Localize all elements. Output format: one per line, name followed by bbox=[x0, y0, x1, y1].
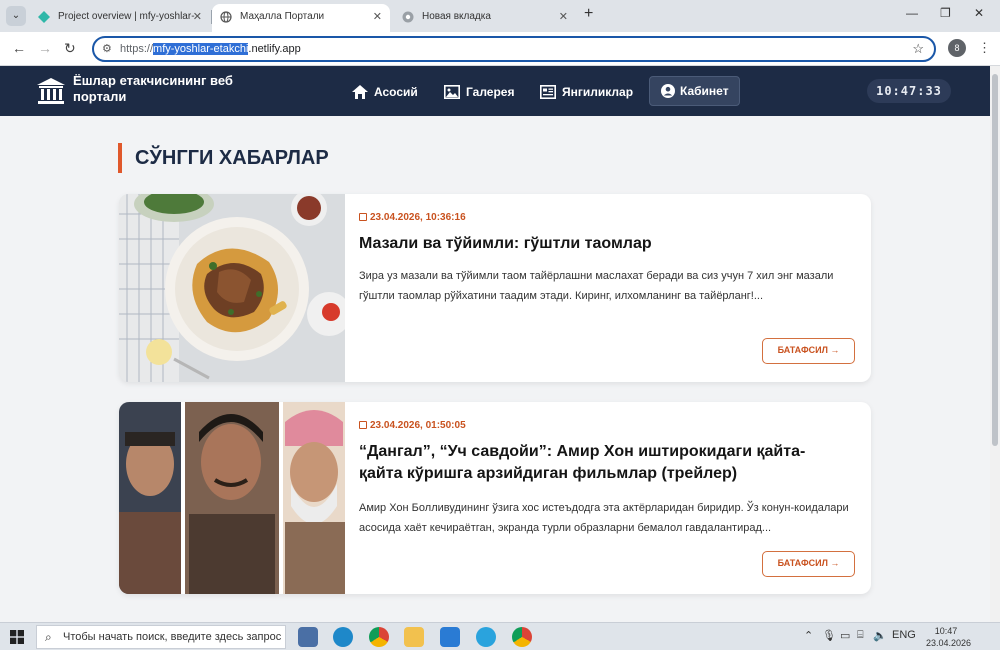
post-title[interactable]: Мазали ва тўйимли: гўштли таомлар bbox=[359, 233, 839, 255]
tab-project-overview[interactable]: Project overview | mfy-yoshlar- ✕ bbox=[30, 4, 210, 32]
url-selected-text: mfy-yoshlar-etakchi bbox=[153, 43, 249, 55]
chrome-favicon-icon bbox=[402, 11, 414, 23]
file-explorer-icon[interactable] bbox=[404, 627, 424, 647]
taskbar-clock[interactable]: 10:47 23.04.2026 bbox=[926, 625, 972, 649]
nav-news-label: Янгиликлар bbox=[562, 85, 634, 99]
post-excerpt: Зира уз мазали ва тўйимли таом тайёрлашн… bbox=[359, 270, 834, 302]
tab-search-chevron-icon[interactable]: ⌄ bbox=[6, 6, 26, 26]
new-tab-plus-icon[interactable]: + bbox=[584, 5, 593, 23]
microphone-icon[interactable]: 🎙 bbox=[822, 629, 836, 642]
site-info-icon[interactable]: ⚙ bbox=[102, 42, 112, 55]
back-arrow-icon[interactable]: ← bbox=[12, 40, 26, 56]
read-more-button[interactable]: БАТАФСИЛ → bbox=[762, 338, 855, 364]
restore-icon[interactable]: ❐ bbox=[940, 6, 951, 20]
page-scrollbar[interactable] bbox=[990, 66, 1000, 622]
user-circle-icon bbox=[661, 84, 675, 98]
windows-taskbar: ⌕ Чтобы начать поиск, введите здесь запр… bbox=[0, 622, 1000, 650]
url-text[interactable]: https://mfy-yoshlar-etakchi.netlify.app bbox=[120, 43, 301, 55]
nav-home[interactable]: Асосий bbox=[352, 79, 418, 105]
network-icon[interactable]: ⌸ bbox=[857, 629, 864, 642]
post-date: 23.04.2026, 01:50:05 bbox=[359, 420, 466, 431]
close-tab-icon[interactable]: ✕ bbox=[193, 4, 202, 30]
netlify-favicon-icon bbox=[38, 11, 50, 23]
nav-gallery[interactable]: Галерея bbox=[444, 79, 514, 105]
scrollbar-thumb[interactable] bbox=[992, 74, 998, 446]
close-window-icon[interactable]: ✕ bbox=[974, 6, 984, 20]
browser-toolbar: ← → ↻ ⚙ https://mfy-yoshlar-etakchi.netl… bbox=[0, 32, 1000, 66]
close-tab-icon[interactable]: ✕ bbox=[373, 4, 382, 30]
show-hidden-icons-icon[interactable]: ⌃ bbox=[804, 629, 813, 642]
url-domain-rest: .netlify.app bbox=[248, 43, 301, 55]
search-icon: ⌕ bbox=[45, 630, 52, 644]
nav-cabinet-label: Кабинет bbox=[680, 84, 729, 98]
main-content: СЎНГГИ ХАБАРЛАР 23.04.2026, 10:36:16 Маз… bbox=[0, 116, 1000, 622]
volume-icon[interactable]: 🔈 bbox=[873, 629, 887, 642]
tab-title: Project overview | mfy-yoshlar- bbox=[58, 11, 195, 22]
vscode-app-icon[interactable] bbox=[440, 627, 460, 647]
nav-news[interactable]: Янгиликлар bbox=[540, 79, 633, 105]
nav-gallery-label: Галерея bbox=[466, 85, 515, 99]
reload-icon[interactable]: ↻ bbox=[64, 40, 76, 57]
post-title[interactable]: “Дангал”, “Уч савдойи”: Амир Хон иштирок… bbox=[359, 441, 839, 485]
image-icon bbox=[444, 85, 460, 99]
section-title: СЎНГГИ ХАБАРЛАР bbox=[118, 143, 329, 173]
taskbar-search-input[interactable]: ⌕ Чтобы начать поиск, введите здесь запр… bbox=[36, 625, 286, 649]
post-date-text: 23.04.2026, 01:50:05 bbox=[370, 420, 466, 431]
taskbar-date: 23.04.2026 bbox=[926, 638, 972, 648]
forward-arrow-icon[interactable]: → bbox=[38, 40, 52, 56]
browser-tab-strip: ⌄ Project overview | mfy-yoshlar- ✕ Маҳа… bbox=[0, 0, 1000, 32]
taskbar-time: 10:47 bbox=[934, 626, 958, 636]
site-header: Ёшлар етакчисининг веб портали Асосий Га… bbox=[0, 66, 1000, 116]
government-building-icon[interactable] bbox=[36, 76, 66, 106]
taskbar-search-placeholder: Чтобы начать поиск, введите здесь запрос bbox=[63, 631, 282, 643]
live-clock: 10:47:33 bbox=[867, 79, 951, 103]
tab-title: Новая вкладка bbox=[422, 11, 491, 22]
news-card[interactable]: 23.04.2026, 01:50:05 “Дангал”, “Уч савдо… bbox=[119, 402, 871, 594]
address-bar[interactable]: ⚙ https://mfy-yoshlar-etakchi.netlify.ap… bbox=[92, 36, 936, 62]
movie-collage-photo[interactable] bbox=[119, 402, 345, 594]
site-title[interactable]: Ёшлар етакчисининг веб портали bbox=[73, 73, 233, 105]
task-view-app-icon[interactable] bbox=[298, 627, 318, 647]
chrome-app-icon[interactable] bbox=[369, 627, 389, 647]
news-card[interactable]: 23.04.2026, 10:36:16 Мазали ва тўйимли: … bbox=[119, 194, 871, 382]
calendar-icon bbox=[359, 421, 367, 429]
calendar-icon bbox=[359, 213, 367, 221]
tab-mahalla-portal[interactable]: Маҳалла Портали ✕ bbox=[212, 4, 390, 32]
nav-home-label: Асосий bbox=[374, 85, 418, 99]
edge-app-icon[interactable] bbox=[333, 627, 353, 647]
minimize-icon[interactable]: — bbox=[906, 6, 918, 20]
browser-menu-icon[interactable]: ⋮ bbox=[978, 40, 991, 56]
home-icon bbox=[352, 85, 368, 99]
post-date: 23.04.2026, 10:36:16 bbox=[359, 212, 466, 223]
chrome-profile-app-icon[interactable] bbox=[512, 627, 532, 647]
windows-start-icon[interactable] bbox=[10, 630, 24, 644]
profile-avatar[interactable]: 8 bbox=[948, 39, 966, 57]
url-scheme: https:// bbox=[120, 43, 154, 55]
actor-portraits-collage bbox=[119, 402, 345, 594]
post-excerpt: Амир Хон Болливудининг ўзига хос истеъдо… bbox=[359, 502, 849, 534]
food-photo[interactable] bbox=[119, 194, 345, 382]
bookmark-star-icon[interactable]: ☆ bbox=[912, 41, 924, 57]
language-indicator[interactable]: ENG bbox=[892, 629, 916, 641]
food-plate-illustration bbox=[119, 194, 345, 382]
read-more-button[interactable]: БАТАФСИЛ → bbox=[762, 551, 855, 577]
telegram-app-icon[interactable] bbox=[476, 627, 496, 647]
tab-title: Маҳалла Портали bbox=[240, 11, 325, 22]
globe-favicon-icon bbox=[220, 11, 232, 23]
nav-cabinet[interactable]: Кабинет bbox=[649, 76, 740, 106]
close-tab-icon[interactable]: ✕ bbox=[559, 4, 568, 30]
post-date-text: 23.04.2026, 10:36:16 bbox=[370, 212, 466, 223]
battery-icon[interactable]: ▭ bbox=[840, 629, 850, 642]
newspaper-icon bbox=[540, 85, 556, 99]
tab-new-tab[interactable]: Новая вкладка ✕ bbox=[394, 4, 576, 32]
